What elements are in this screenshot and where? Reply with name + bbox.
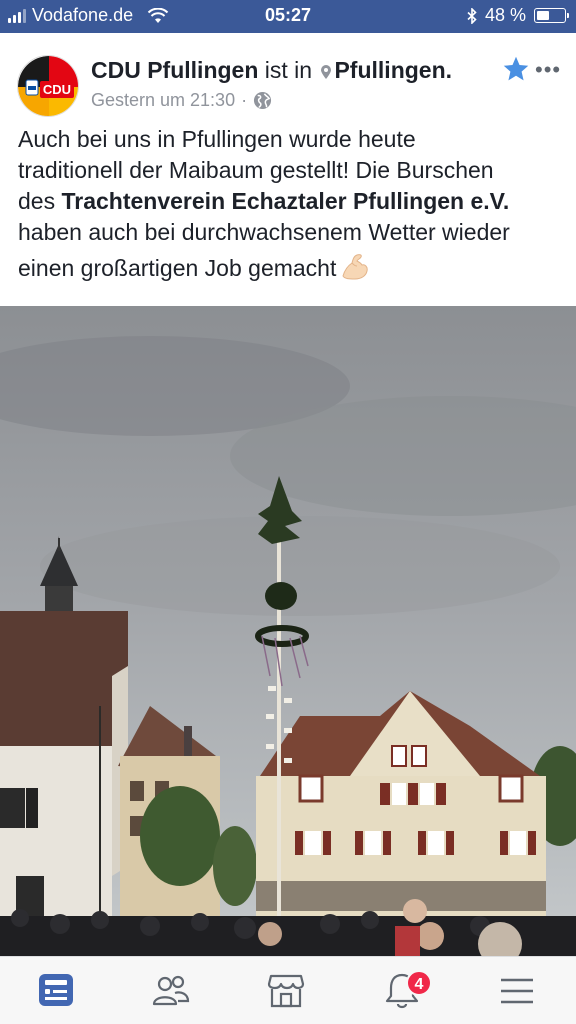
post-text-line: haben auch bei durchwachsenem Wetter wie… [18, 219, 510, 245]
marketplace-icon[interactable] [266, 971, 306, 1011]
flexed-biceps-icon [342, 254, 369, 280]
maypole-photo [0, 306, 576, 956]
svg-text:CDU: CDU [43, 82, 71, 97]
post-timestamp[interactable]: Gestern um 21:30 [91, 90, 235, 111]
notifications-badge: 4 [406, 970, 432, 996]
location-link[interactable]: Pfullingen. [334, 57, 452, 83]
post-author-line: CDU Pfullingen ist in Pfullingen. [91, 57, 452, 84]
battery-percentage: 48 % [484, 5, 526, 25]
post-text-line: des Trachtenverein Echaztaler Pfullingen… [18, 186, 563, 217]
friends-icon[interactable] [151, 971, 191, 1011]
star-icon[interactable] [502, 55, 530, 83]
post-photo[interactable] [0, 306, 576, 956]
post-body: Auch bei uns in Pfullingen wurde heute t… [18, 124, 563, 284]
post-meta: Gestern um 21:30 · [91, 90, 272, 111]
page-name-link[interactable]: CDU Pfullingen [91, 57, 258, 83]
page-avatar[interactable]: CDU [17, 55, 79, 117]
bottom-tab-bar [0, 956, 576, 1024]
bluetooth-icon [467, 7, 477, 24]
meta-separator: · [241, 90, 248, 110]
globe-icon [254, 91, 272, 110]
more-options-button[interactable]: ••• [535, 57, 561, 83]
post-text-fragment: einen großartigen Job gemacht [18, 255, 337, 281]
tagged-organization[interactable]: Trachtenverein Echaztaler Pfullingen e.V… [61, 188, 509, 214]
location-pin-icon [321, 65, 332, 79]
post-header: CDU CDU Pfullingen ist in Pfullingen. Ge… [0, 33, 576, 123]
post-text-line: einen großartigen Job gemacht [18, 252, 563, 284]
post-text-line: Auch bei uns in Pfullingen wurde heute [18, 126, 416, 152]
is-in-text: ist in [264, 57, 313, 83]
post-text-line: traditionell der Maibaum gestellt! Die B… [18, 157, 494, 183]
cdu-logo-icon: CDU [18, 56, 78, 116]
status-bar: Vodafone.de 05:27 48 % [0, 0, 576, 33]
post-text-fragment: des [18, 188, 62, 214]
news-feed-icon[interactable] [36, 971, 76, 1011]
battery-icon [534, 8, 569, 23]
menu-icon[interactable] [497, 971, 537, 1011]
